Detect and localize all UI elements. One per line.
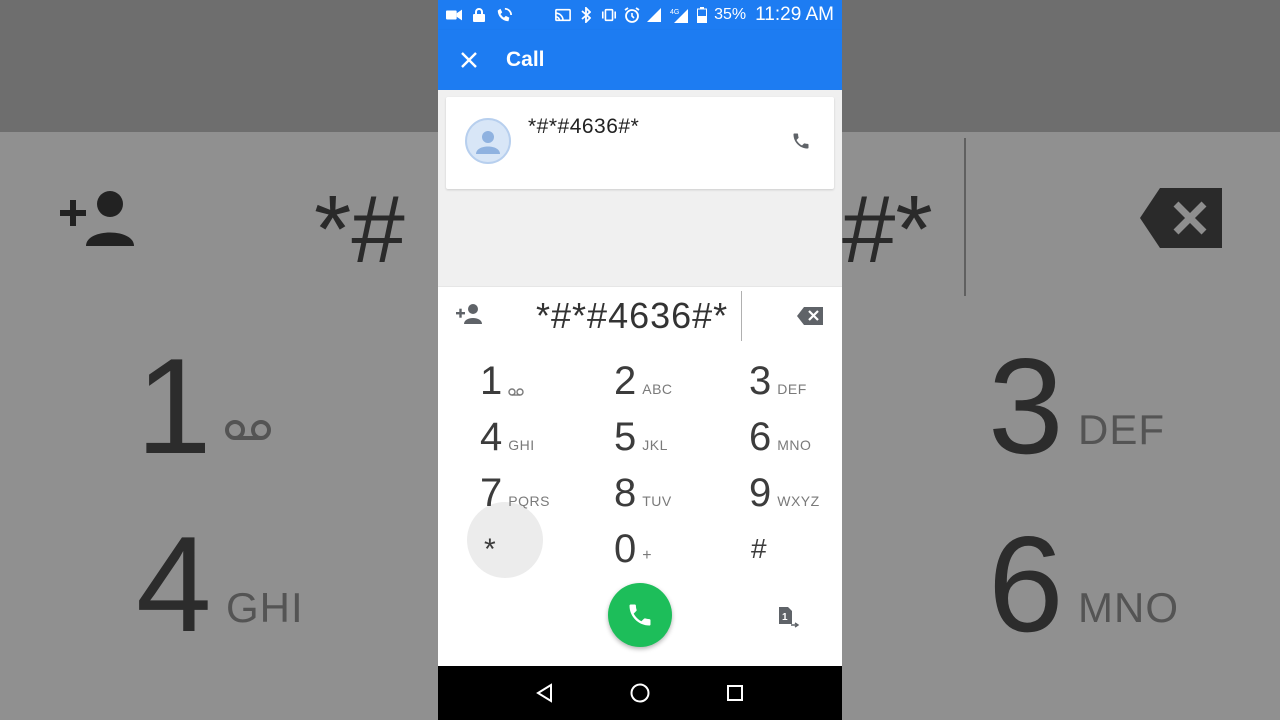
sim-card-icon: 1 bbox=[779, 607, 800, 628]
cast-icon bbox=[555, 7, 572, 23]
video-camera-icon bbox=[446, 7, 462, 23]
status-time: 11:29 AM bbox=[755, 4, 834, 25]
home-circle-icon bbox=[630, 683, 650, 703]
key-number: 5 bbox=[614, 415, 637, 459]
key-number: 0 bbox=[614, 527, 637, 571]
svg-text:4G: 4G bbox=[670, 9, 679, 16]
signal-icon bbox=[647, 7, 663, 23]
backspace-icon bbox=[797, 307, 823, 325]
person-icon bbox=[476, 131, 500, 154]
key-0[interactable]: 0 + bbox=[614, 517, 734, 569]
recents-button[interactable] bbox=[721, 679, 749, 707]
backspace-button[interactable] bbox=[796, 306, 826, 328]
key-letters: JKL bbox=[642, 437, 668, 453]
key-number: 9 bbox=[749, 471, 772, 515]
text-cursor bbox=[741, 291, 742, 341]
alarm-icon bbox=[624, 7, 640, 23]
background-voicemail-icon bbox=[225, 420, 271, 440]
key-letters: WXYZ bbox=[777, 493, 820, 509]
key-5[interactable]: 5 JKL bbox=[614, 405, 734, 457]
digits-row: *#*#4636#* bbox=[438, 287, 842, 345]
close-icon bbox=[461, 52, 477, 68]
vibrate-icon bbox=[601, 7, 617, 23]
key-letters: PQRS bbox=[508, 493, 550, 509]
lte-signal-icon: 4G bbox=[670, 7, 690, 23]
key-number: 3 bbox=[749, 359, 772, 403]
key-1[interactable]: 1 bbox=[480, 349, 600, 401]
background-key-4-letters: GHI bbox=[226, 584, 304, 631]
key-hash[interactable]: # bbox=[751, 511, 842, 563]
sim-select-button[interactable]: 1 bbox=[776, 605, 800, 629]
app-bar: Call bbox=[438, 30, 842, 90]
battery-percent: 35% bbox=[714, 6, 747, 23]
background-key-3-letters: DEF bbox=[1078, 406, 1165, 453]
background-digits-left: *# bbox=[314, 176, 405, 283]
key-number: 4 bbox=[480, 415, 503, 459]
list-item[interactable]: *#*#4636#* bbox=[446, 97, 834, 189]
key-number: * bbox=[484, 533, 496, 566]
navigation-bar bbox=[438, 666, 842, 720]
key-number: 8 bbox=[614, 471, 637, 515]
key-number: # bbox=[751, 533, 767, 564]
key-number: 2 bbox=[614, 359, 637, 403]
background-cursor bbox=[964, 138, 966, 296]
phone-icon bbox=[793, 133, 809, 149]
call-result-button[interactable] bbox=[790, 130, 812, 152]
result-number: *#*#4636#* bbox=[528, 115, 640, 138]
background-key-6-number: 6 bbox=[988, 508, 1064, 660]
back-triangle-icon bbox=[536, 683, 553, 703]
key-star[interactable]: * bbox=[484, 513, 604, 565]
add-contact-button[interactable] bbox=[456, 303, 484, 327]
dialed-digits-field[interactable]: *#*#4636#* bbox=[536, 295, 728, 337]
key-letters: TUV bbox=[642, 493, 672, 509]
background-digits-right: #* bbox=[842, 176, 933, 283]
key-9[interactable]: 9 WXYZ bbox=[749, 461, 842, 513]
lock-icon bbox=[471, 7, 487, 23]
recents-square-icon bbox=[726, 685, 743, 701]
key-number: 7 bbox=[480, 471, 503, 515]
key-4[interactable]: 4 GHI bbox=[480, 405, 600, 457]
voicemail-icon bbox=[508, 388, 524, 396]
phone-screen: 4G 35% 11:29 AM Call *#*#4636#* *#*#4636… bbox=[438, 0, 842, 720]
key-number: 6 bbox=[749, 415, 772, 459]
key-letters: ABC bbox=[642, 381, 673, 397]
key-letters: GHI bbox=[508, 437, 535, 453]
search-results-area: *#*#4636#* bbox=[438, 90, 842, 286]
dialpad: *#*#4636#* 1 2 ABC 3 DEF 4 GHI 5 JKL 6 M… bbox=[438, 286, 842, 666]
background-backspace-icon bbox=[1140, 188, 1222, 248]
svg-text:1: 1 bbox=[782, 612, 788, 623]
add-contact-icon bbox=[456, 304, 482, 324]
close-button[interactable] bbox=[458, 49, 480, 71]
key-letters: DEF bbox=[777, 381, 807, 397]
key-letters: MNO bbox=[777, 437, 812, 453]
key-2[interactable]: 2 ABC bbox=[614, 349, 734, 401]
background-key-1-number: 1 bbox=[136, 330, 212, 482]
home-button[interactable] bbox=[626, 679, 654, 707]
page-title: Call bbox=[506, 48, 545, 71]
status-bar: 4G 35% 11:29 AM bbox=[438, 0, 842, 30]
key-7[interactable]: 7 PQRS bbox=[480, 461, 600, 513]
key-letters: + bbox=[642, 547, 653, 564]
phone-icon bbox=[629, 604, 651, 626]
key-6[interactable]: 6 MNO bbox=[749, 405, 842, 457]
call-button[interactable] bbox=[608, 583, 672, 647]
back-button[interactable] bbox=[531, 679, 559, 707]
key-3[interactable]: 3 DEF bbox=[749, 349, 842, 401]
wifi-calling-icon bbox=[496, 7, 512, 23]
avatar bbox=[465, 118, 511, 164]
background-key-4-number: 4 bbox=[136, 508, 212, 660]
background-key-3-number: 3 bbox=[988, 330, 1064, 482]
battery-icon bbox=[697, 7, 708, 23]
background-add-contact-icon bbox=[60, 191, 134, 246]
key-8[interactable]: 8 TUV bbox=[614, 461, 734, 513]
background-key-6-letters: MNO bbox=[1078, 584, 1179, 631]
bluetooth-icon bbox=[578, 7, 594, 23]
key-number: 1 bbox=[480, 359, 503, 403]
